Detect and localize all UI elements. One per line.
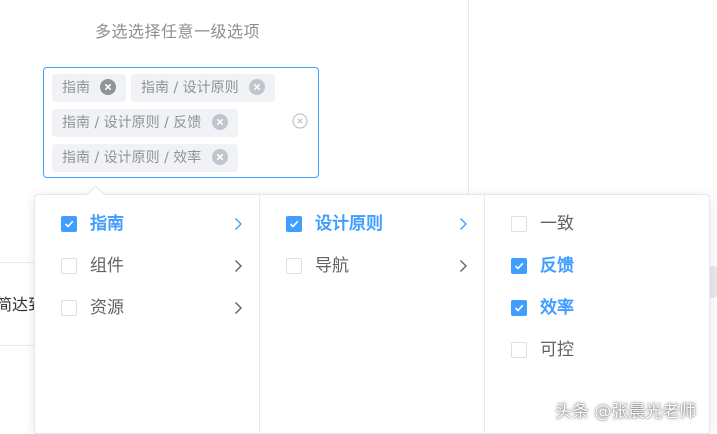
tag-close-icon[interactable] [211,149,228,165]
menu-item[interactable]: 资源 [35,290,259,326]
tag-label: 指南 / 设计原则 [141,80,239,96]
selected-tag: 指南 / 设计原则 / 效率 [52,144,238,172]
menu-item[interactable]: 指南 [35,206,259,242]
tag-close-icon[interactable] [100,79,117,95]
tag-label: 指南 [62,80,90,96]
checkbox[interactable] [61,300,77,316]
menu-item[interactable]: 可控 [485,332,709,368]
cascader-menu-level-2: 设计原则 导航 [260,195,485,433]
menu-item[interactable]: 组件 [35,248,259,284]
menu-item[interactable]: 设计原则 [260,206,484,242]
chevron-right-icon [235,260,242,272]
menu-item-label: 可控 [540,340,574,360]
selected-tag: 指南 / 设计原则 / 反馈 [52,109,238,137]
watermark: 头条 @张晨光老师 [555,402,697,422]
chevron-right-icon [460,260,467,272]
scrollbar-thumb[interactable] [709,266,717,298]
checkbox[interactable] [61,258,77,274]
menu-item-label: 设计原则 [315,214,383,234]
menu-item-label: 指南 [90,214,124,234]
menu-item[interactable]: 反馈 [485,248,709,284]
menu-item[interactable]: 一致 [485,206,709,242]
menu-item[interactable]: 导航 [260,248,484,284]
circle-close-icon[interactable] [292,113,308,129]
menu-item-label: 导航 [315,256,349,276]
checkbox[interactable] [286,258,302,274]
menu-item[interactable]: 效率 [485,290,709,326]
checkbox[interactable] [511,342,527,358]
chevron-right-icon [460,218,467,230]
cascader-select-input[interactable]: 指南 指南 / 设计原则 指南 / 设计原则 / 反馈 指南 / 设计原则 / … [43,67,319,178]
tag-close-icon[interactable] [249,79,266,95]
select-hint: 多选选择任意一级选项 [95,22,261,41]
tag-label: 指南 / 设计原则 / 效率 [62,150,202,166]
cascader-menu-level-1: 指南 组件 资源 [35,195,260,433]
checkbox-checked[interactable] [511,300,527,316]
checkbox[interactable] [511,216,527,232]
checkbox-checked[interactable] [61,216,77,232]
chevron-right-icon [235,302,242,314]
chevron-right-icon [235,218,242,230]
checkbox-checked[interactable] [286,216,302,232]
menu-item-label: 效率 [540,298,574,318]
tag-label: 指南 / 设计原则 / 反馈 [62,115,202,131]
selected-tag: 指南 / 设计原则 [131,74,276,102]
checkbox-checked[interactable] [511,258,527,274]
selected-tag: 指南 [52,74,127,102]
menu-item-label: 组件 [90,256,124,276]
menu-item-label: 一致 [540,214,574,234]
menu-item-label: 反馈 [540,256,574,276]
menu-item-label: 资源 [90,298,124,318]
page-divider-left [468,0,469,195]
tag-close-icon[interactable] [211,114,228,130]
